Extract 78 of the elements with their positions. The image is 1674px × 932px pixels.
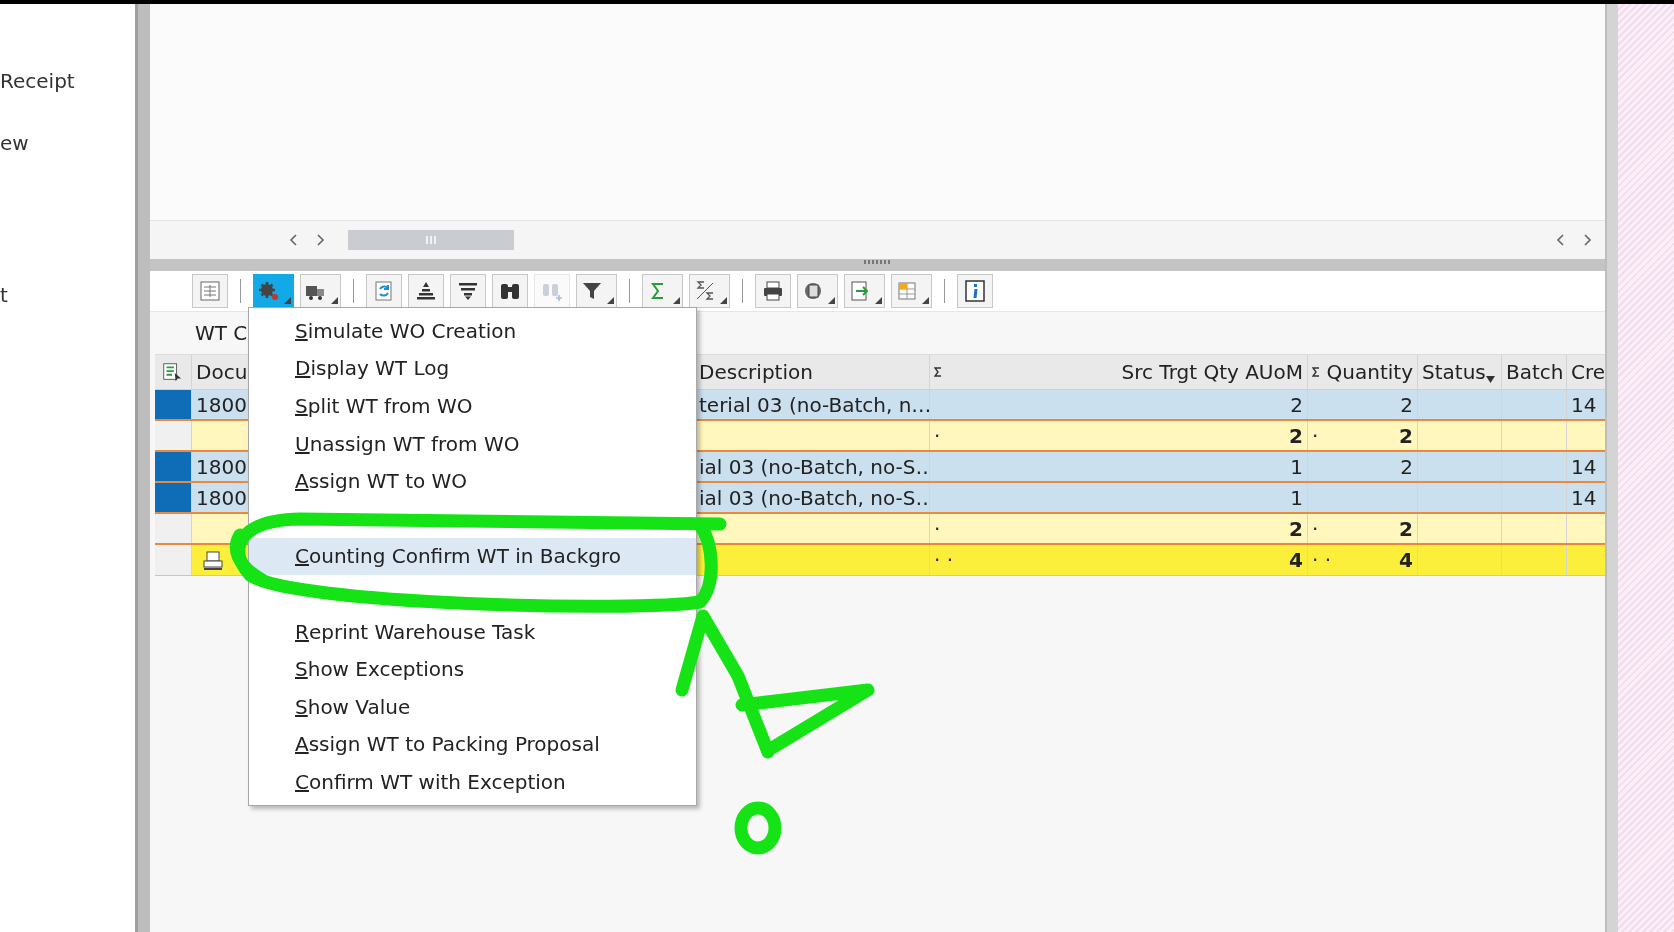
subtotal-marker: · ·	[1312, 548, 1332, 572]
chevron-right-icon[interactable]	[1581, 233, 1593, 247]
menu-item[interactable]: Confirm WT with Exception	[249, 763, 574, 801]
toolbar-button[interactable]	[492, 274, 528, 308]
table-cell: ial 03 (no-Batch, no-S…	[699, 485, 929, 510]
table-cell: 14	[1571, 485, 1597, 510]
table-cell: 4	[1399, 548, 1413, 572]
column-header[interactable]: Cre	[1571, 360, 1606, 384]
table-cell: 14	[1571, 454, 1597, 479]
caret-icon	[875, 297, 882, 304]
scrollbar-thumb[interactable]	[348, 230, 514, 250]
subtotal-marker: ·	[1312, 516, 1319, 541]
menu-item[interactable]: Simulate WO Creation	[249, 312, 525, 350]
caret-icon	[922, 297, 929, 304]
subtotal-marker: ·	[1312, 423, 1319, 448]
table-cell: 1	[1290, 454, 1303, 479]
nav-item[interactable]: ew	[0, 131, 29, 155]
menu-item[interactable]: Display WT Log	[249, 349, 458, 388]
print-icon	[761, 279, 785, 303]
nav-item[interactable]: t	[0, 283, 8, 307]
caret-icon	[607, 297, 614, 304]
caret-icon	[828, 297, 835, 304]
table-cell: 1800	[196, 454, 247, 479]
table-cell: 2	[1400, 454, 1413, 479]
nav-item[interactable]: Receipt	[0, 69, 75, 93]
table-cell: 2	[1290, 392, 1303, 417]
column-header[interactable]: Description	[699, 360, 813, 384]
toolbar-button[interactable]	[689, 274, 730, 308]
table-cell: 1800	[196, 392, 247, 417]
table-cell: ial 03 (no-Batch, no-S…	[699, 454, 929, 479]
column-header[interactable]: Batch	[1506, 360, 1564, 384]
toolbar-button[interactable]	[300, 274, 341, 308]
toolbar-button[interactable]	[408, 274, 444, 308]
table-cell: 1800	[196, 485, 247, 510]
menu-item[interactable]: Show Value	[249, 687, 419, 726]
table-cell: terial 03 (no-Batch, n…	[699, 392, 929, 417]
table-cell: 2	[1399, 516, 1413, 541]
table-cell: 4	[1289, 548, 1303, 572]
info-icon	[963, 279, 987, 303]
column-header[interactable]: Quantity	[1326, 360, 1413, 384]
toolbar-button[interactable]	[576, 274, 617, 308]
chevron-right-icon[interactable]	[314, 233, 326, 247]
caret-icon	[720, 297, 727, 304]
menu-item[interactable]: Counting Confirm WT in Backgro	[249, 537, 696, 576]
menu-item[interactable]: Show Exceptions	[249, 650, 473, 688]
table-cell: 14	[1571, 392, 1597, 417]
column-header[interactable]: Src Trgt Qty AUoM	[1121, 360, 1303, 384]
menu-item[interactable]: Assign WT to Packing Proposal	[249, 725, 608, 764]
gear-icon	[257, 279, 281, 303]
sort-down-icon	[1485, 376, 1495, 383]
chevron-left-icon[interactable]	[288, 233, 300, 247]
table-cell: 2	[1289, 516, 1303, 541]
caret-icon	[284, 297, 291, 304]
table-cell: 1	[1290, 485, 1303, 510]
layout-icon[interactable]	[161, 361, 183, 383]
toolbar-button[interactable]	[797, 274, 838, 308]
chevron-left-icon[interactable]	[1555, 233, 1567, 247]
layout-icon	[198, 279, 222, 303]
grid-icon	[895, 279, 919, 303]
column-header[interactable]: Docu	[196, 360, 248, 384]
sum-icon	[1312, 367, 1321, 377]
table-cell: 2	[1399, 423, 1413, 448]
toolbar-button[interactable]	[957, 274, 993, 308]
subtotal-marker: ·	[934, 423, 941, 448]
grid-title: WT C	[195, 321, 248, 345]
table-cell: 2	[1289, 423, 1303, 448]
caret-icon	[331, 297, 338, 304]
circle-drawing	[734, 801, 782, 855]
total-icon	[202, 550, 224, 570]
toolbar-button[interactable]	[755, 274, 791, 308]
subtotal-marker: · ·	[934, 548, 954, 572]
sum-icon	[934, 367, 943, 377]
caret-icon	[673, 297, 680, 304]
table-cell: 2	[1400, 392, 1413, 417]
menu-item[interactable]: Reprint Warehouse Task	[249, 612, 544, 651]
toolbar-button[interactable]	[450, 274, 486, 308]
subtotal-marker: ·	[934, 516, 941, 541]
column-header[interactable]: Status	[1422, 360, 1486, 384]
